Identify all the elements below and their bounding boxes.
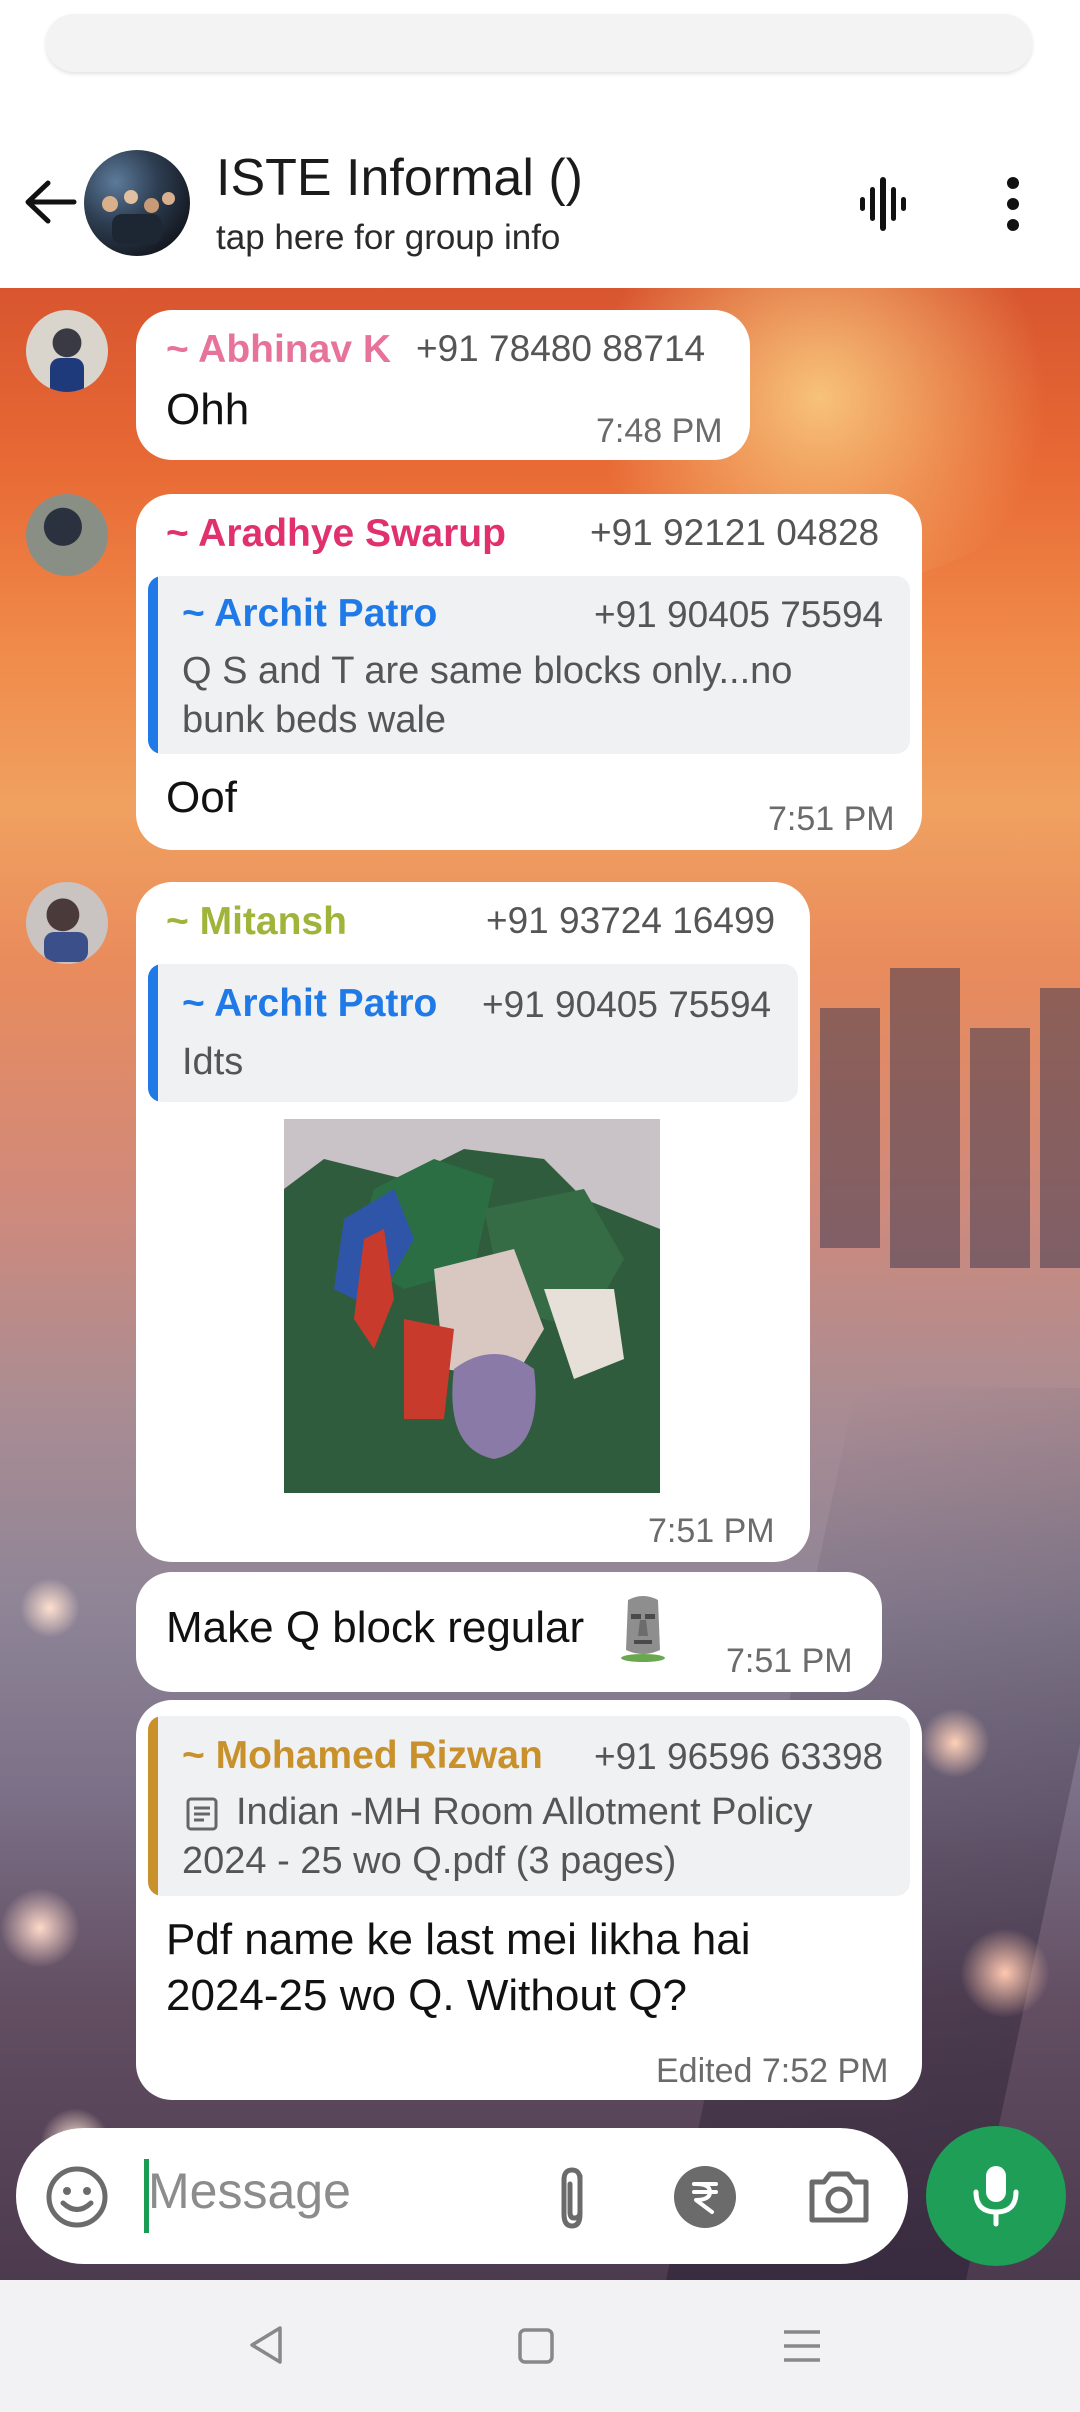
sender-name[interactable]: ~ Abhinav K (166, 328, 391, 372)
message-time: Edited 7:52 PM (656, 2052, 889, 2090)
quoted-text: Idts (182, 1041, 244, 1083)
message-text: Pdf name ke last mei likha hai (166, 1915, 751, 1964)
quoted-text: bunk beds wale (182, 699, 447, 741)
sender-name[interactable]: ~ Mitansh (166, 900, 347, 944)
message-input[interactable]: Message (148, 2162, 351, 2220)
message-time: 7:51 PM (768, 800, 895, 838)
attach-icon[interactable] (546, 2162, 598, 2234)
back-arrow-icon[interactable] (20, 175, 80, 229)
sender-phone: +91 92121 04828 (590, 512, 880, 553)
group-title[interactable]: ISTE Informal () (216, 148, 583, 208)
more-options-icon[interactable] (998, 176, 1028, 232)
nav-home-icon[interactable] (516, 2326, 556, 2366)
sender-phone: +91 93724 16499 (486, 900, 776, 941)
message-time: 7:48 PM (596, 412, 723, 450)
message-text: Make Q block regular (166, 1603, 585, 1652)
sender-name[interactable]: ~ Aradhye Swarup (166, 512, 506, 556)
quoted-document-name: 2024 - 25 wo Q.pdf (3 pages) (182, 1840, 677, 1882)
document-icon (186, 1797, 218, 1831)
group-avatar[interactable] (84, 150, 190, 256)
message-time: 7:51 PM (726, 1642, 853, 1680)
nav-recents-icon[interactable] (782, 2326, 822, 2366)
sender-avatar[interactable] (26, 882, 108, 964)
quoted-sender-phone: +91 90405 75594 (482, 984, 772, 1025)
sender-avatar[interactable] (26, 494, 108, 576)
voice-chat-icon[interactable] (858, 175, 916, 233)
mic-icon (973, 2166, 1019, 2227)
quoted-document-name: Indian -MH Room Allotment Policy (236, 1791, 813, 1833)
message-time: 7:51 PM (648, 1512, 775, 1550)
message-text: Ohh (166, 385, 250, 434)
moai-emoji-icon (621, 1596, 665, 1662)
sticker-image[interactable] (284, 1119, 660, 1493)
payment-rupee-icon[interactable] (672, 2164, 738, 2230)
message-text: Oof (166, 773, 237, 822)
quoted-sender-phone: +91 90405 75594 (594, 594, 884, 635)
nav-back-icon[interactable] (246, 2324, 284, 2366)
emoji-icon[interactable] (44, 2164, 110, 2230)
sender-avatar[interactable] (26, 310, 108, 392)
quoted-sender-name: ~ Mohamed Rizwan (182, 1734, 543, 1777)
quoted-sender-phone: +91 96596 63398 (594, 1736, 884, 1777)
quoted-text: Q S and T are same blocks only...no (182, 650, 793, 692)
camera-icon[interactable] (806, 2166, 872, 2226)
quoted-sender-name: ~ Archit Patro (182, 982, 438, 1025)
message-text: 2024-25 wo Q. Without Q? (166, 1971, 687, 2020)
group-subtitle[interactable]: tap here for group info (216, 218, 560, 258)
quoted-sender-name: ~ Archit Patro (182, 592, 438, 635)
voice-record-button[interactable] (926, 2126, 1066, 2266)
sender-phone: +91 78480 88714 (416, 328, 706, 369)
notification-pill (46, 14, 1032, 72)
